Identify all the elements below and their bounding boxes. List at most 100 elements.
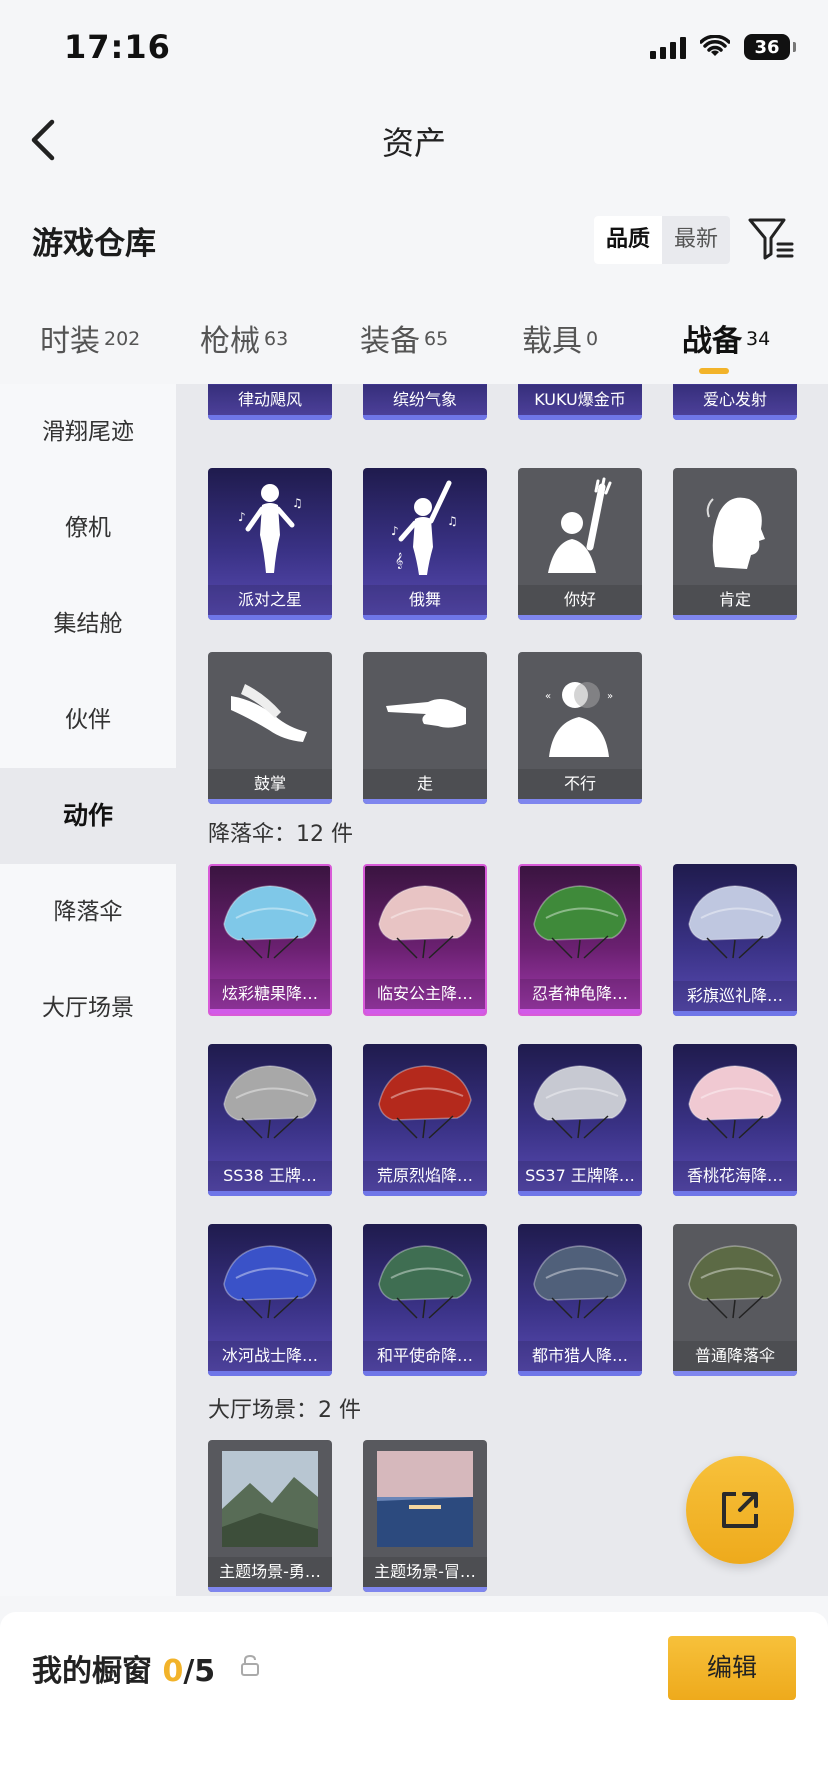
showcase-bar: 我的橱窗 0/5 编辑	[0, 1612, 828, 1792]
page-title: 资产	[381, 124, 446, 162]
parachute-icon	[378, 1064, 472, 1139]
item-name: 临安公主降…	[365, 979, 485, 1009]
system-icons: 36	[650, 34, 796, 60]
item-card[interactable]: 爱心发射	[673, 384, 797, 420]
parachute-icon	[533, 1244, 627, 1319]
lock-icon	[241, 1654, 259, 1676]
item-name: 鼓掌	[208, 769, 332, 799]
svg-text:«: «	[545, 691, 551, 702]
item-card[interactable]: 主题场景-勇…	[208, 1440, 332, 1592]
sidebar-item-rally-pod[interactable]: 集结舱	[0, 576, 176, 672]
item-card[interactable]: 缤纷气象	[363, 384, 487, 420]
parachute-card[interactable]: 普通降落伞	[673, 1224, 797, 1376]
tab-count: 0	[586, 327, 599, 350]
tab-equipment[interactable]: 装备 65	[360, 316, 448, 360]
parachute-icon	[223, 1244, 317, 1319]
item-name: SS38 王牌…	[208, 1161, 332, 1191]
share-fab[interactable]	[686, 1456, 794, 1564]
parachute-card[interactable]: 忍者神龟降…	[518, 864, 642, 1016]
parachute-card[interactable]: 彩旗巡礼降…	[673, 864, 797, 1016]
wave-hello-icon	[548, 477, 612, 573]
signal-icon	[650, 35, 686, 59]
sort-toggle: 品质 最新	[594, 216, 731, 264]
item-name: 和平使命降…	[363, 1341, 487, 1371]
parachute-icon	[533, 884, 627, 959]
tab-count: 34	[746, 327, 771, 350]
parachute-card[interactable]: 香桃花海降…	[673, 1044, 797, 1196]
sidebar-item-actions[interactable]: 动作	[0, 768, 176, 864]
status-bar: 17:16 36	[0, 0, 828, 100]
svg-text:♪: ♪	[238, 510, 246, 524]
tab-fashion[interactable]: 时装 202	[40, 316, 140, 360]
item-name: 俄舞	[363, 585, 487, 615]
item-name: 都市猎人降…	[518, 1341, 642, 1371]
warehouse-header: 游戏仓库 品质 最新	[0, 200, 828, 280]
item-card[interactable]: 走	[363, 652, 487, 804]
parachute-icon	[688, 884, 782, 959]
mountain-scene-image	[222, 1450, 318, 1547]
sort-quality-button[interactable]: 品质	[594, 216, 663, 264]
warehouse-title: 游戏仓库	[32, 226, 156, 262]
tab-battle-prep[interactable]: 战备 34	[682, 316, 770, 360]
item-name: 缤纷气象	[363, 385, 487, 415]
svg-text:♪: ♪	[391, 524, 399, 538]
parachute-card[interactable]: 冰河战士降…	[208, 1224, 332, 1376]
clap-hands-icon	[231, 683, 307, 742]
item-name: 忍者神龟降…	[520, 979, 640, 1009]
tab-label: 枪械	[200, 324, 260, 359]
sidebar-item-parachute[interactable]: 降落伞	[0, 864, 176, 960]
item-name: 荒原烈焰降…	[363, 1161, 487, 1191]
sidebar-item-companion[interactable]: 伙伴	[0, 672, 176, 768]
item-name: 你好	[518, 585, 642, 615]
tab-label: 时装	[40, 324, 100, 359]
showcase-label: 我的橱窗 0/5	[32, 1646, 215, 1690]
item-card[interactable]: 律动飓风	[208, 384, 332, 420]
item-card[interactable]: « » 不行	[518, 652, 642, 804]
nav-bar: 资产	[0, 100, 828, 180]
parachute-card[interactable]: SS38 王牌…	[208, 1044, 332, 1196]
item-name: 普通降落伞	[673, 1341, 797, 1371]
parachute-card[interactable]: SS37 王牌降…	[518, 1044, 642, 1196]
item-card[interactable]: ♪ ♫ 派对之星	[208, 468, 332, 620]
svg-text:»: »	[607, 691, 613, 702]
sidebar: 滑翔尾迹 僚机 集结舱 伙伴 动作 降落伞 大厅场景	[0, 384, 176, 1596]
wifi-icon	[700, 35, 730, 56]
item-name: 彩旗巡礼降…	[673, 981, 797, 1011]
item-card[interactable]: ♪ ♫ 𝄞 俄舞	[363, 468, 487, 620]
item-name: 主题场景-冒…	[363, 1557, 487, 1587]
category-tabs: 时装 202 枪械 63 装备 65 载具 0 战备 34	[0, 300, 828, 384]
item-name: 律动飓风	[208, 385, 332, 415]
item-card[interactable]: 主题场景-冒…	[363, 1440, 487, 1592]
parachute-card[interactable]: 炫彩糖果降…	[208, 864, 332, 1016]
svg-text:♫: ♫	[292, 496, 303, 510]
sidebar-item-lobby-scene[interactable]: 大厅场景	[0, 960, 176, 1056]
sidebar-item-wingman[interactable]: 僚机	[0, 480, 176, 576]
item-name: 不行	[518, 769, 642, 799]
filter-icon[interactable]	[746, 214, 796, 264]
tab-vehicles[interactable]: 载具 0	[522, 316, 598, 360]
tab-count: 65	[424, 327, 449, 350]
item-name: 爱心发射	[673, 385, 797, 415]
sort-newest-button[interactable]: 最新	[662, 216, 730, 264]
parachute-icon	[378, 1244, 472, 1319]
parachute-card[interactable]: 都市猎人降…	[518, 1224, 642, 1376]
sidebar-item-glide-trail[interactable]: 滑翔尾迹	[0, 384, 176, 480]
item-card[interactable]: KUKU爆金币	[518, 384, 642, 420]
item-name: SS37 王牌降…	[518, 1161, 642, 1191]
parachute-icon	[223, 884, 317, 959]
battery-icon: 36	[744, 34, 796, 60]
item-card[interactable]: 肯定	[673, 468, 797, 620]
item-name: 冰河战士降…	[208, 1341, 332, 1371]
tab-label: 战备	[682, 324, 742, 359]
head-nod-icon	[706, 497, 765, 569]
parachute-card[interactable]: 和平使命降…	[363, 1224, 487, 1376]
item-card[interactable]: 鼓掌	[208, 652, 332, 804]
parachute-card[interactable]: 临安公主降…	[363, 864, 487, 1016]
tab-label: 载具	[522, 324, 582, 359]
parachute-card[interactable]: 荒原烈焰降…	[363, 1044, 487, 1196]
edit-button[interactable]: 编辑	[668, 1636, 796, 1700]
item-card[interactable]: 你好	[518, 468, 642, 620]
tab-firearms[interactable]: 枪械 63	[200, 316, 288, 360]
item-grid: 律动飓风 缤纷气象 KUKU爆金币 爱心发射 ♪♫ 派对之星 ♪♫𝄞 俄舞	[176, 384, 828, 1596]
share-icon	[722, 1492, 758, 1528]
